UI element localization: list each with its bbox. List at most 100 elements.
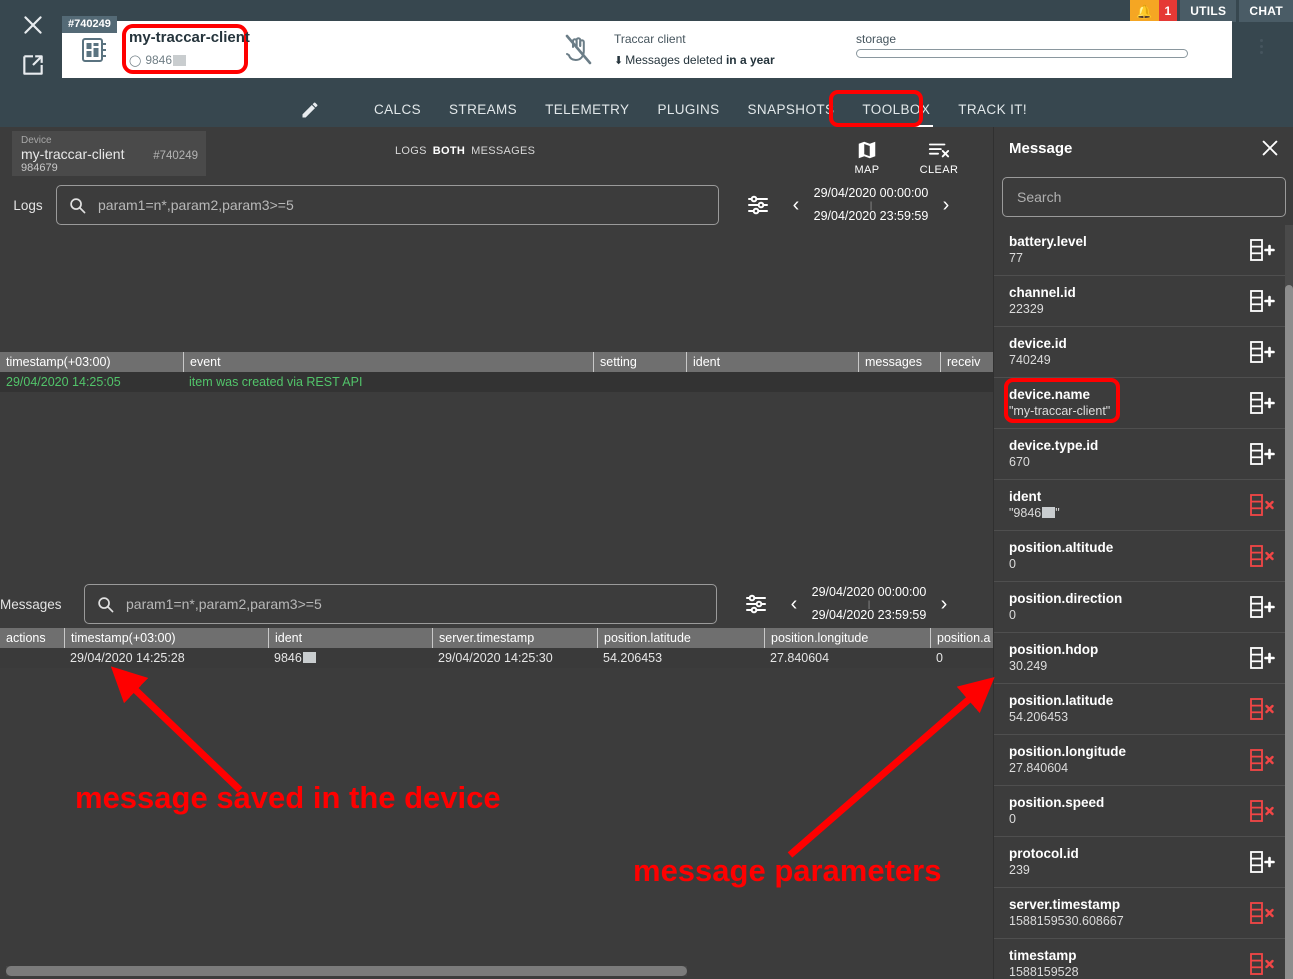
tab-plugins[interactable]: PLUGINS: [643, 92, 733, 127]
more-options-icon[interactable]: [1253, 32, 1269, 60]
close-icon[interactable]: [20, 12, 46, 38]
map-button[interactable]: MAP: [839, 137, 895, 176]
message-parameter-row[interactable]: position.latitude 54.206453: [994, 684, 1286, 735]
column-header[interactable]: messages: [858, 352, 940, 372]
device-ident-value: 9846: [145, 53, 173, 67]
message-parameter-row[interactable]: channel.id 22329: [994, 276, 1286, 327]
message-parameter-row[interactable]: timestamp 1588159528: [994, 939, 1286, 979]
column-header[interactable]: setting: [593, 352, 686, 372]
add-to-database-icon[interactable]: [1248, 849, 1278, 875]
messages-filter-icon[interactable]: [744, 592, 768, 616]
message-parameter-key: position.altitude: [1009, 540, 1114, 555]
mode-logs[interactable]: LOGS: [395, 145, 427, 157]
column-header[interactable]: position.latitude: [597, 628, 764, 648]
add-to-database-icon[interactable]: [1248, 390, 1278, 416]
search-icon: [97, 596, 114, 613]
remove-from-database-icon[interactable]: [1248, 951, 1278, 977]
message-panel-search-box[interactable]: [1002, 177, 1286, 217]
column-header[interactable]: ident: [268, 628, 432, 648]
message-parameter-row[interactable]: position.altitude 0: [994, 531, 1286, 582]
messages-scrollbar-thumb[interactable]: [6, 966, 687, 976]
close-icon[interactable]: [1259, 137, 1281, 159]
message-panel-scrollbar[interactable]: [1285, 225, 1293, 979]
logs-search-box[interactable]: [56, 185, 719, 225]
redacted-block: [302, 652, 316, 663]
column-header[interactable]: ident: [686, 352, 858, 372]
redacted-block: [173, 54, 187, 66]
edit-pencil-icon[interactable]: [300, 100, 320, 120]
notifications-button[interactable]: 🔔: [1130, 0, 1159, 22]
add-to-database-icon[interactable]: [1248, 339, 1278, 365]
device-icon: [80, 36, 110, 64]
message-parameter-text: device.type.id 670: [1009, 437, 1248, 471]
message-parameter-row[interactable]: position.speed 0: [994, 786, 1286, 837]
message-parameter-row[interactable]: protocol.id 239: [994, 837, 1286, 888]
add-to-database-icon[interactable]: [1248, 645, 1278, 671]
remove-from-database-icon[interactable]: [1248, 492, 1278, 518]
remove-from-database-icon[interactable]: [1248, 543, 1278, 569]
message-parameter-row[interactable]: position.direction 0: [994, 582, 1286, 633]
table-row[interactable]: 29/04/2020 14:25:28 9846 29/04/2020 14:25:…: [0, 648, 993, 668]
remove-from-database-icon[interactable]: [1248, 747, 1278, 773]
logs-date-range[interactable]: 29/04/2020 00:00:00 | 29/04/2020 23:59:5…: [806, 185, 936, 225]
logs-search-input[interactable]: [98, 197, 706, 213]
message-parameter-row[interactable]: device.name "my-traccar-client": [994, 378, 1286, 429]
column-header[interactable]: position.a: [930, 628, 993, 648]
message-parameter-row[interactable]: position.longitude 27.840604: [994, 735, 1286, 786]
column-header[interactable]: position.longitude: [764, 628, 930, 648]
column-header[interactable]: timestamp(+03:00): [0, 352, 183, 372]
logs-prev-period-button[interactable]: ‹: [786, 195, 806, 215]
tab-track-it[interactable]: TRACK IT!: [944, 92, 1041, 127]
tab-toolbox[interactable]: TOOLBOX: [848, 92, 944, 127]
messages-deleted-label: ⬇ Messages deleted in a year: [614, 53, 775, 67]
add-to-database-icon[interactable]: [1248, 594, 1278, 620]
remove-from-database-icon[interactable]: [1248, 798, 1278, 824]
add-to-database-icon[interactable]: [1248, 441, 1278, 467]
message-parameter-row[interactable]: battery.level 77: [994, 225, 1286, 276]
remove-from-database-icon[interactable]: [1248, 696, 1278, 722]
message-panel-scrollbar-thumb[interactable]: [1285, 285, 1293, 979]
logs-device-hash: #740249: [153, 150, 198, 162]
logs-filter-icon[interactable]: [746, 193, 770, 217]
message-parameter-row[interactable]: server.timestamp 1588159530.608667: [994, 888, 1286, 939]
messages-search-input[interactable]: [126, 596, 704, 612]
open-in-new-icon[interactable]: [20, 52, 46, 78]
message-parameter-row[interactable]: ident "9846 ": [994, 480, 1286, 531]
mode-both[interactable]: BOTH: [433, 145, 465, 157]
messages-search-box[interactable]: [84, 584, 717, 624]
utils-button[interactable]: UTILS: [1180, 0, 1237, 22]
mode-messages[interactable]: MESSAGES: [471, 145, 535, 157]
messages-horizontal-scrollbar[interactable]: [6, 966, 687, 976]
column-header[interactable]: actions: [0, 628, 64, 648]
logs-next-period-button[interactable]: ›: [936, 195, 956, 215]
remove-from-database-icon[interactable]: [1248, 900, 1278, 926]
table-cell: 29/04/2020 14:25:05: [6, 375, 121, 389]
clear-button[interactable]: CLEAR: [911, 137, 967, 176]
column-header[interactable]: event: [183, 352, 593, 372]
logs-mode-switch: LOGS BOTH MESSAGES: [395, 145, 541, 157]
tab-calcs[interactable]: CALCS: [360, 92, 435, 127]
messages-pane: Messages ‹ 29/04/2020 00:00:00 | 29/04/2…: [0, 578, 993, 979]
add-to-database-icon[interactable]: [1248, 288, 1278, 314]
table-cell: [686, 372, 858, 392]
logs-device-chip[interactable]: Device my-traccar-client 984679 #740249: [12, 131, 206, 176]
message-parameter-row[interactable]: device.id 740249: [994, 327, 1286, 378]
redacted-block: [1042, 507, 1056, 518]
add-to-database-icon[interactable]: [1248, 237, 1278, 263]
message-panel-search-input[interactable]: [1017, 189, 1271, 205]
column-header[interactable]: timestamp(+03:00): [64, 628, 268, 648]
column-header[interactable]: server.timestamp: [432, 628, 597, 648]
messages-next-period-button[interactable]: ›: [934, 594, 954, 614]
messages-deleted-text: Messages deleted: [625, 53, 726, 67]
messages-prev-period-button[interactable]: ‹: [784, 594, 804, 614]
tab-snapshots[interactable]: SNAPSHOTS: [734, 92, 849, 127]
tab-streams[interactable]: STREAMS: [435, 92, 531, 127]
messages-date-range[interactable]: 29/04/2020 00:00:00 | 29/04/2020 23:59:5…: [804, 584, 934, 624]
column-header[interactable]: receiv: [940, 352, 993, 372]
message-parameter-row[interactable]: position.hdop 30.249: [994, 633, 1286, 684]
message-parameter-row[interactable]: device.type.id 670: [994, 429, 1286, 480]
table-row[interactable]: 29/04/2020 14:25:05 item was created via …: [0, 372, 993, 392]
chat-button[interactable]: CHAT: [1239, 0, 1293, 22]
message-parameter-key: battery.level: [1009, 234, 1087, 249]
tab-telemetry[interactable]: TELEMETRY: [531, 92, 643, 127]
